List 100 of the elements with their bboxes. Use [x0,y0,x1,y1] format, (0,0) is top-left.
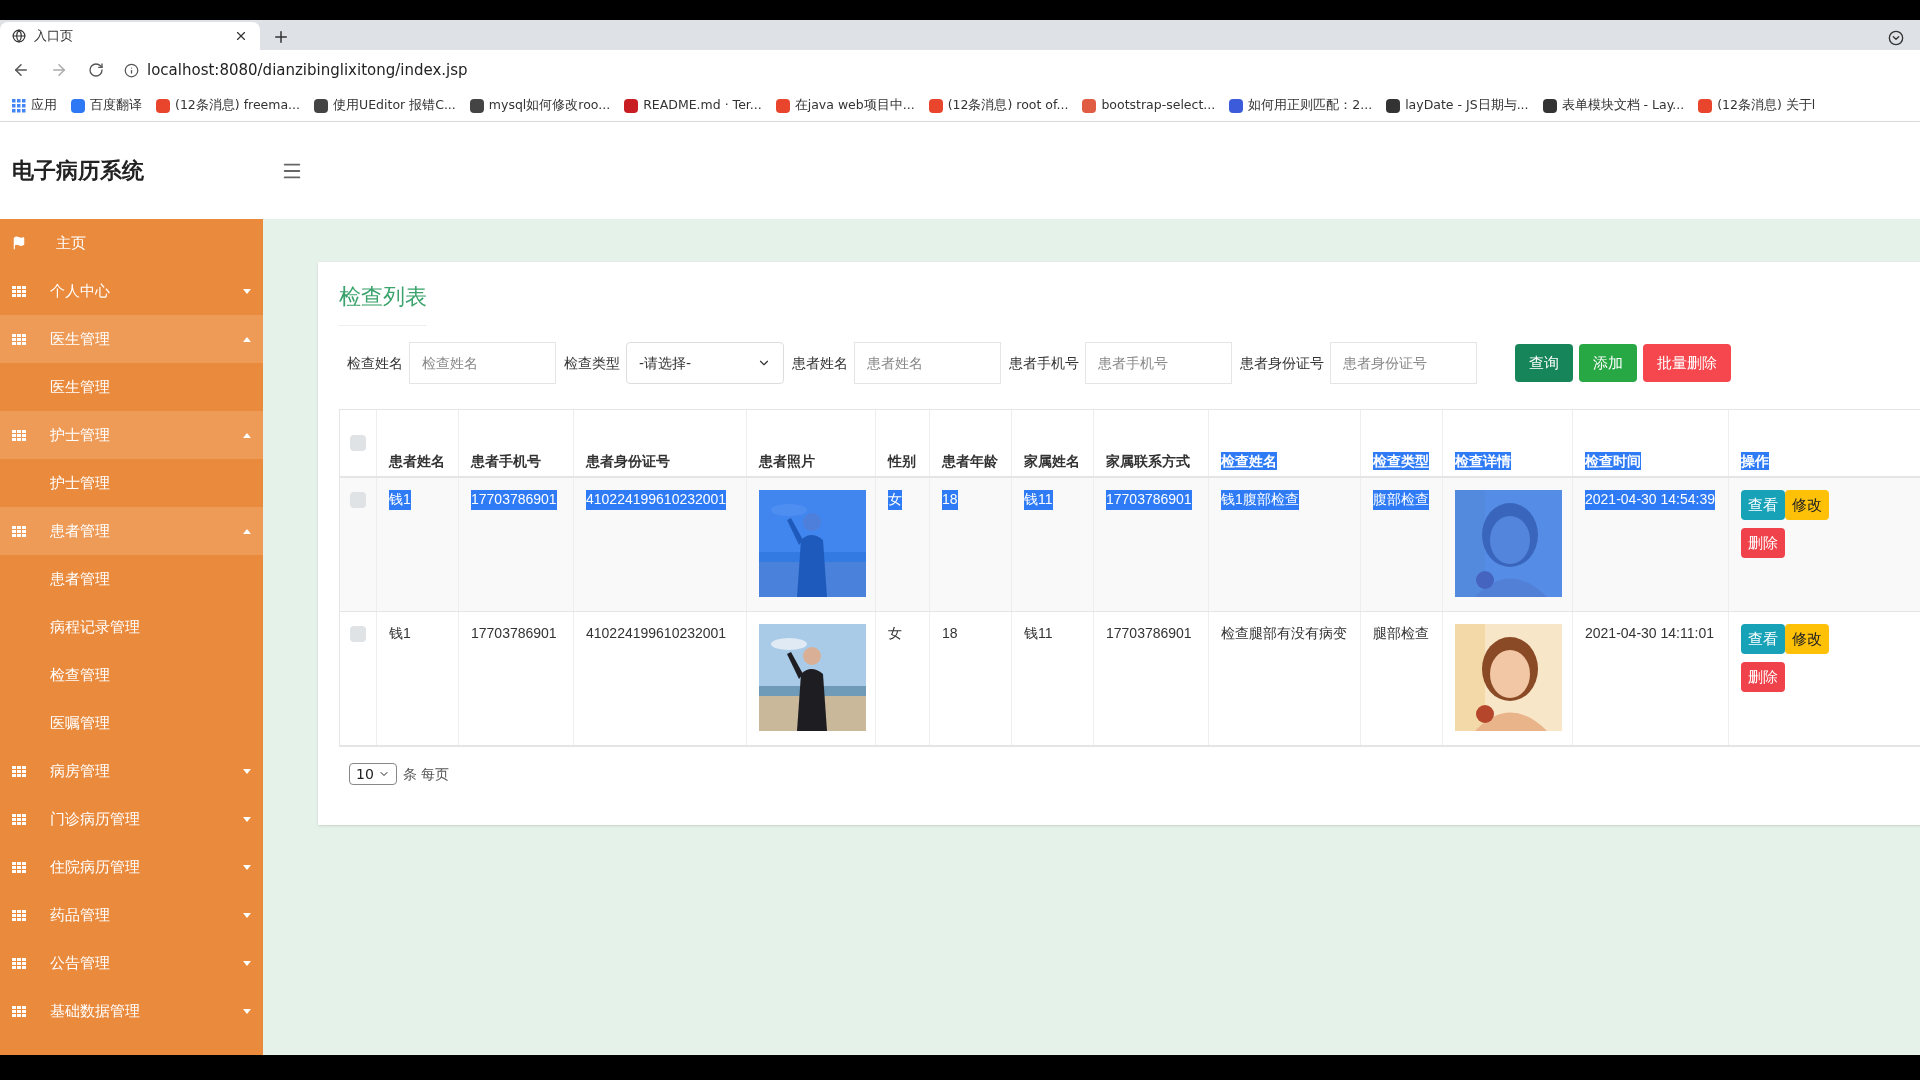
sidebar-item[interactable]: 护士管理 [0,411,263,459]
grid-icon [12,285,26,297]
page-size-select[interactable]: 10 [349,763,397,785]
browser-tab[interactable]: 入口页 [0,22,260,50]
select-all-checkbox[interactable] [350,435,366,451]
grid-icon [12,909,26,921]
action-button[interactable]: 修改 [1785,624,1829,654]
filter-field[interactable]: 患者姓名 [854,342,1001,384]
bookmark-link[interactable]: README.md · Ter... [643,96,762,115]
toolbar-button[interactable]: 添加 [1579,344,1637,382]
table-cell-text: 2021-04-30 14:11:01 [1585,624,1714,643]
sidebar-subitem[interactable]: 医生管理 [0,363,263,411]
bookmark-link[interactable]: 在java web项目中... [794,96,915,115]
flag-icon [12,236,26,250]
column-header: 患者手机号 [471,451,541,470]
row-checkbox[interactable] [350,626,366,642]
sidebar-subitem[interactable]: 护士管理 [0,459,263,507]
sidebar-item[interactable]: 医生管理 [0,315,263,363]
page-size-label: 条 每页 [402,764,450,784]
table-cell: 女 [888,490,902,510]
table-cell: 2021-04-30 14:54:39 [1585,490,1715,510]
filter-field[interactable]: 检查姓名 [409,342,556,384]
back-icon[interactable] [12,61,30,79]
column-header: 检查姓名 [1221,451,1277,470]
column-header: 家属联系方式 [1106,451,1190,470]
column-header: 检查类型 [1373,451,1429,470]
bookmark-link[interactable]: (12条消息) freema... [175,96,301,115]
table-cell-text: 17703786901 [471,624,557,643]
action-button[interactable]: 删除 [1741,528,1785,558]
sidebar-item[interactable]: 主页 [0,219,263,267]
filter-label: 患者姓名 [792,353,848,373]
sidebar-item[interactable]: 住院病历管理 [0,843,263,891]
action-button[interactable]: 查看 [1741,624,1785,654]
reload-icon[interactable] [88,62,104,78]
action-button[interactable]: 修改 [1785,490,1829,520]
sidebar-item[interactable]: 基础数据管理 [0,987,263,1035]
bookmark-link[interactable]: 应用 [31,96,57,115]
sidebar-item[interactable]: 患者管理 [0,507,263,555]
sidebar-subitem[interactable]: 患者管理 [0,555,263,603]
page-title: 检查列表 [339,280,427,326]
table-cell: 18 [942,490,958,510]
table-cell-text: 钱11 [1024,624,1053,643]
table-cell-text: 检查腿部有没有病变 [1221,624,1347,643]
globe-icon [12,29,26,43]
sidebar-item[interactable]: 公告管理 [0,939,263,987]
app-title: 电子病历系统 [12,158,144,183]
column-header: 患者照片 [759,451,815,470]
table-cell-text: 钱1 [389,624,411,643]
grid-icon [12,813,26,825]
bookmark-link[interactable]: (12条消息) 关于l [1717,96,1816,115]
bookmark-link[interactable]: 使用UEditor 报错C... [333,96,456,115]
filter-field[interactable]: 患者手机号 [1085,342,1232,384]
column-header: 性别 [888,451,916,470]
column-header: 患者姓名 [389,451,445,470]
sidebar-subitem[interactable]: 病程记录管理 [0,603,263,651]
action-button[interactable]: 删除 [1741,662,1785,692]
table-cell: 钱1 [389,490,411,510]
column-header: 患者身份证号 [586,451,670,470]
bookmark-link[interactable]: mysql如何修改roo... [488,96,611,115]
sidebar-item[interactable]: 门诊病历管理 [0,795,263,843]
table-cell: 410224199610232001 [586,490,727,510]
column-header: 检查详情 [1455,451,1511,470]
column-header: 患者年龄 [942,451,998,470]
sidebar-item[interactable]: 个人中心 [0,267,263,315]
table-cell-text: 女 [888,624,902,643]
sidebar-item[interactable]: 病房管理 [0,747,263,795]
address-bar[interactable]: localhost:8080/dianzibinglixitong/index.jsp [147,58,468,82]
filter-field[interactable]: 患者身份证号 [1330,342,1477,384]
info-icon[interactable] [124,62,139,78]
row-checkbox[interactable] [350,492,366,508]
toolbar-button[interactable]: 批量删除 [1643,344,1731,382]
type-select[interactable]: -请选择- [626,342,784,384]
column-header: 家属姓名 [1024,451,1080,470]
table-cell-text: 410224199610232001 [586,624,727,643]
sidebar-item[interactable]: 药品管理 [0,891,263,939]
filter-label: 检查类型 [564,353,620,373]
sidebar-subitem[interactable]: 检查管理 [0,651,263,699]
action-button[interactable]: 查看 [1741,490,1785,520]
bookmark-link[interactable]: 表单模块文档 - Lay... [1561,96,1685,115]
grid-icon [12,765,26,777]
new-tab-icon[interactable] [272,28,290,46]
bookmark-link[interactable]: 百度翻译 [90,96,142,115]
sidebar-subitem[interactable]: 医嘱管理 [0,699,263,747]
close-icon[interactable] [234,29,248,43]
table-cell: 17703786901 [1106,490,1192,510]
column-header: 检查时间 [1585,451,1641,470]
grid-icon [12,861,26,873]
column-header: 操作 [1741,451,1769,470]
bookmark-link[interactable]: (12条消息) root of... [947,96,1069,115]
table-cell: 17703786901 [471,490,557,510]
table-cell-text: 18 [942,624,958,643]
table-cell: 钱1腹部检查 [1221,490,1299,510]
grid-icon [12,525,26,537]
bookmark-link[interactable]: 如何用正则匹配：2... [1248,96,1373,115]
grid-icon [12,333,26,345]
grid-icon [12,429,26,441]
table-cell: 腹部检查 [1373,490,1429,510]
bookmark-link[interactable]: bootstrap-select... [1101,96,1216,115]
toolbar-button[interactable]: 查询 [1515,344,1573,382]
bookmark-link[interactable]: layDate - JS日期与... [1405,96,1529,115]
